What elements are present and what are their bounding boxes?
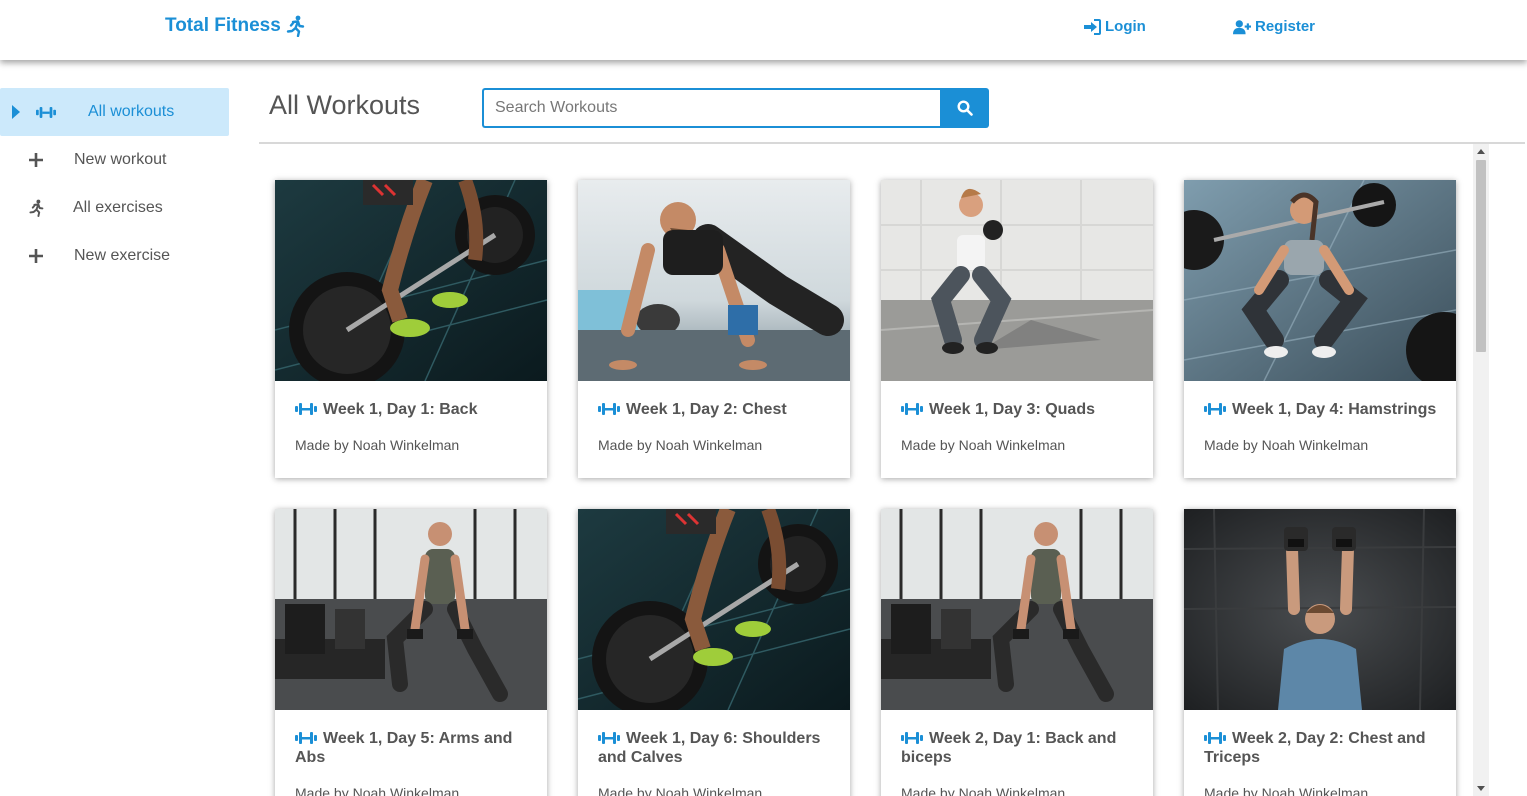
workout-card[interactable]: Week 1, Day 6: Shoulders and Calves Made… <box>578 509 850 796</box>
dumbbell-icon <box>901 402 923 416</box>
workout-title: Week 1, Day 6: Shoulders and Calves <box>598 730 821 766</box>
workout-card[interactable]: Week 2, Day 1: Back and biceps Made by N… <box>881 509 1153 796</box>
scrollbar-thumb[interactable] <box>1476 160 1486 352</box>
search-input[interactable] <box>482 88 940 128</box>
sidebar-item-label: New workout <box>74 151 167 168</box>
sidebar-item-label: All exercises <box>73 199 163 216</box>
sidebar-item-new-workout[interactable]: New workout <box>0 136 229 184</box>
page-title: All Workouts <box>269 90 421 120</box>
workout-card[interactable]: Week 1, Day 5: Arms and Abs Made by Noah… <box>275 509 547 796</box>
workout-title: Week 1, Day 1: Back <box>295 400 535 419</box>
search-icon <box>956 100 973 116</box>
search-button[interactable] <box>940 88 989 128</box>
workout-image <box>578 180 850 381</box>
dumbbell-icon <box>598 731 620 745</box>
workout-title: Week 2, Day 1: Back and biceps <box>901 730 1117 766</box>
register-label: Register <box>1255 18 1316 35</box>
scroll-down-icon[interactable] <box>1477 786 1485 791</box>
workout-author: Made by Noah Winkelman <box>1204 437 1369 453</box>
dumbbell-icon <box>1204 402 1226 416</box>
workout-image <box>881 509 1153 710</box>
dumbbell-icon <box>901 731 923 745</box>
workout-author: Made by Noah Winkelman <box>598 785 763 796</box>
workout-card[interactable]: Week 1, Day 4: Hamstrings Made by Noah W… <box>1184 180 1456 478</box>
sidebar: All workouts New workout All exercises N… <box>0 88 229 280</box>
workout-title: Week 1, Day 4: Hamstrings <box>1204 400 1444 419</box>
scroll-up-icon[interactable] <box>1477 149 1485 154</box>
login-label: Login <box>1105 18 1146 35</box>
workout-card[interactable]: Week 2, Day 2: Chest and Triceps Made by… <box>1184 509 1456 796</box>
workout-image <box>881 180 1153 381</box>
workout-title: Week 2, Day 2: Chest and Triceps <box>1204 730 1426 766</box>
workout-card[interactable]: Week 1, Day 1: Back Made by Noah Winkelm… <box>275 180 547 478</box>
dumbbell-icon <box>295 402 317 416</box>
dumbbell-icon <box>1204 731 1226 745</box>
plus-icon <box>26 246 46 266</box>
plus-icon <box>26 150 46 170</box>
workout-image <box>1184 180 1456 388</box>
brand-name: Total Fitness <box>165 15 281 36</box>
workout-title: Week 1, Day 3: Quads <box>901 400 1141 419</box>
sidebar-item-label: All workouts <box>88 103 175 120</box>
login-link[interactable]: Login <box>1083 18 1146 35</box>
sign-in-icon <box>1084 18 1101 35</box>
caret-right-icon <box>12 105 20 119</box>
sidebar-item-all-workouts[interactable]: All workouts <box>0 88 229 136</box>
workout-author: Made by Noah Winkelman <box>295 785 460 796</box>
workout-image <box>275 509 547 710</box>
workout-title: Week 1, Day 5: Arms and Abs <box>295 730 513 766</box>
workout-image <box>275 180 547 388</box>
workout-card[interactable]: Week 1, Day 3: Quads Made by Noah Winkel… <box>881 180 1153 478</box>
workout-author: Made by Noah Winkelman <box>901 437 1066 453</box>
brand-logo[interactable]: Total Fitness <box>165 15 305 37</box>
workout-title: Week 1, Day 2: Chest <box>598 400 838 419</box>
top-navbar: Total Fitness Login Register <box>0 0 1527 60</box>
workout-author: Made by Noah Winkelman <box>1204 785 1369 796</box>
workout-card[interactable]: Week 1, Day 2: Chest Made by Noah Winkel… <box>578 180 850 478</box>
dumbbell-icon <box>295 731 317 745</box>
vertical-scrollbar[interactable] <box>1473 144 1489 796</box>
dumbbell-icon <box>36 102 56 122</box>
workout-author: Made by Noah Winkelman <box>295 437 460 453</box>
workouts-grid: Week 1, Day 1: Back Made by Noah Winkelm… <box>259 144 1473 796</box>
workout-image <box>1184 509 1456 711</box>
running-icon <box>285 15 305 37</box>
sidebar-item-label: New exercise <box>74 247 171 264</box>
register-link[interactable]: Register <box>1233 18 1315 35</box>
user-plus-icon <box>1233 19 1251 34</box>
search-bar <box>482 88 989 128</box>
workout-author: Made by Noah Winkelman <box>901 785 1066 796</box>
workout-image <box>578 509 850 717</box>
running-icon <box>26 198 46 218</box>
sidebar-item-new-exercise[interactable]: New exercise <box>0 232 229 280</box>
dumbbell-icon <box>598 402 620 416</box>
sidebar-item-all-exercises[interactable]: All exercises <box>0 184 229 232</box>
workout-author: Made by Noah Winkelman <box>598 437 763 453</box>
